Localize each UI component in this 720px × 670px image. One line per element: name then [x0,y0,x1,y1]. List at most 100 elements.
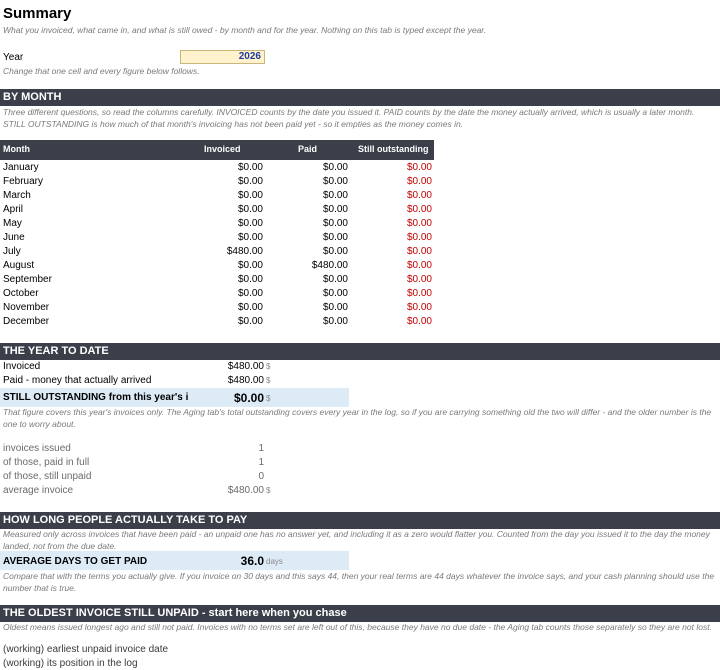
by-month-note: Three different questions, so read the c… [3,107,695,129]
table-row: March $0.00 $0.00 $0.00 [0,189,434,203]
invoiced-cell: $0.00 [237,260,263,271]
table-row: September $0.00 $0.00 $0.00 [0,273,434,287]
stat-paid-in-full-value: 1 [258,457,264,468]
table-row: November $0.00 $0.00 $0.00 [0,301,434,315]
paid-cell: $0.00 [322,176,348,187]
section-header-year-to-date: THE YEAR TO DATE [0,343,720,360]
outstanding-cell: $0.00 [406,190,432,201]
invoiced-cell: $0.00 [237,190,263,201]
month-cell: March [3,190,31,201]
invoiced-cell: $0.00 [237,302,263,313]
paid-cell: $0.00 [322,218,348,229]
col-still-outstanding: Still outstanding [358,144,429,154]
oldest-note: Oldest means issued longest ago and stil… [3,622,712,632]
table-row: January $0.00 $0.00 $0.00 [0,161,434,175]
month-cell: August [3,260,35,271]
pay-time-note-2: Compare that with the terms you actually… [3,571,715,593]
month-cell: February [3,176,44,187]
stat-still-unpaid-label: of those, still unpaid [3,471,92,482]
stat-invoices-issued-label: invoices issued [3,443,71,454]
invoiced-cell: $0.00 [237,316,263,327]
col-month: Month [3,144,30,154]
invoiced-cell: $0.00 [237,274,263,285]
section-header-by-month: BY MONTH [0,89,720,106]
outstanding-cell: $0.00 [406,162,432,173]
year-input-cell[interactable]: 2026 [180,50,265,64]
table-row: October $0.00 $0.00 $0.00 [0,287,434,301]
paid-cell: $0.00 [322,288,348,299]
paid-cell: $0.00 [322,274,348,285]
section-header-oldest-unpaid: THE OLDEST INVOICE STILL UNPAID - start … [0,605,720,622]
outstanding-cell: $0.00 [406,232,432,243]
col-invoiced: Invoiced [204,144,241,154]
invoiced-cell: $0.00 [237,204,263,215]
table-row: June $0.00 $0.00 $0.00 [0,231,434,245]
month-cell: November [3,302,50,313]
table-row: December $0.00 $0.00 $0.00 [0,315,434,329]
month-table-header: Month Invoiced Paid Still outstanding [0,140,434,160]
month-cell: January [3,162,39,173]
paid-cell: $0.00 [322,232,348,243]
working-earliest-date: (working) earliest unpaid invoice date [3,644,169,655]
invoiced-cell: $0.00 [237,232,263,243]
section-header-pay-time: HOW LONG PEOPLE ACTUALLY TAKE TO PAY [0,512,720,529]
ytd-invoiced-value: $480.00 [227,361,264,372]
invoiced-cell: $0.00 [237,218,263,229]
month-cell: May [3,218,22,229]
outstanding-cell: $0.00 [406,246,432,257]
stat-average-invoice-unit: $ [266,486,271,495]
stat-still-unpaid-value: 0 [258,471,264,482]
avg-days-unit: days [266,557,283,566]
table-row: August $0.00 $480.00 $0.00 [0,259,434,273]
table-row: July $480.00 $0.00 $0.00 [0,245,434,259]
paid-cell: $0.00 [322,204,348,215]
ytd-outstanding-value: $0.00 [233,391,264,405]
outstanding-cell: $0.00 [406,302,432,313]
stat-average-invoice-value: $480.00 [227,485,264,496]
month-cell: June [3,232,25,243]
year-hint: Change that one cell and every figure be… [3,66,200,76]
month-cell: December [3,316,50,327]
outstanding-cell: $0.00 [406,218,432,229]
month-cell: October [3,288,39,299]
outstanding-cell: $0.00 [406,274,432,285]
invoiced-cell: $480.00 [226,246,263,257]
ytd-paid-unit: $ [266,376,271,385]
outstanding-cell: $0.00 [406,176,432,187]
ytd-paid-label: Paid - money that actually arrived [3,375,152,386]
page-title: Summary [3,5,72,22]
stat-average-invoice-label: average invoice [3,485,74,496]
ytd-outstanding-label: STILL OUTSTANDING from this year's i [3,392,189,403]
paid-cell: $0.00 [322,316,348,327]
paid-cell: $0.00 [322,190,348,201]
paid-cell: $480.00 [311,260,348,271]
paid-cell: $0.00 [322,246,348,257]
avg-days-label: AVERAGE DAYS TO GET PAID [3,556,148,567]
ytd-note: That figure covers this year's invoices … [3,407,712,429]
month-cell: July [3,246,21,257]
stat-invoices-issued-value: 1 [258,443,264,454]
paid-cell: $0.00 [322,162,348,173]
table-row: February $0.00 $0.00 $0.00 [0,175,434,189]
month-cell: September [3,274,52,285]
working-log-position: (working) its position in the log [3,658,138,669]
table-row: May $0.00 $0.00 $0.00 [0,217,434,231]
stat-paid-in-full-label: of those, paid in full [3,457,90,468]
ytd-invoiced-label: Invoiced [3,361,41,372]
paid-cell: $0.00 [322,302,348,313]
month-cell: April [3,204,24,215]
ytd-outstanding-unit: $ [266,394,271,403]
outstanding-cell: $0.00 [406,316,432,327]
avg-days-value: 36.0 [240,554,264,568]
year-label: Year [3,52,24,63]
invoiced-cell: $0.00 [237,162,263,173]
table-row: April $0.00 $0.00 $0.00 [0,203,434,217]
page-subtitle: What you invoiced, what came in, and wha… [3,25,487,35]
outstanding-cell: $0.00 [406,204,432,215]
outstanding-cell: $0.00 [406,288,432,299]
invoiced-cell: $0.00 [237,176,263,187]
outstanding-cell: $0.00 [406,260,432,271]
invoiced-cell: $0.00 [237,288,263,299]
ytd-paid-value: $480.00 [227,375,264,386]
pay-time-note: Measured only across invoices that have … [3,529,710,551]
